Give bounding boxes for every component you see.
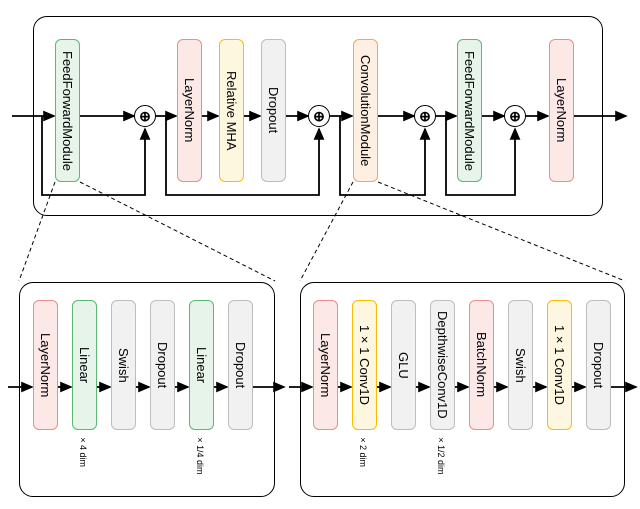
- block-label: Dropout: [591, 342, 606, 388]
- ff-layernorm: LayerNorm: [33, 300, 58, 430]
- cv-conv1d-1: 1×1 Conv1D: [352, 300, 377, 430]
- block-dropout-1: Dropout: [261, 39, 286, 182]
- block-label: FeedForwardModule: [462, 51, 477, 171]
- add-node-1: ⊕: [134, 105, 156, 127]
- block-layernorm-2: LayerNorm: [549, 39, 574, 182]
- block-label: LayerNorm: [38, 333, 53, 397]
- block-label: Swish: [513, 348, 528, 383]
- block-label: ConvolutionModule: [358, 55, 373, 166]
- ff-note-1: ×4 dim: [78, 435, 88, 469]
- ff-linear-2: Linear: [189, 300, 214, 430]
- cv-batchnorm: BatchNorm: [469, 300, 494, 430]
- block-label: Relative MHA: [224, 71, 239, 150]
- ff-dropout-2: Dropout: [228, 300, 253, 430]
- cv-note-1: ×2 dim: [358, 435, 368, 469]
- ff-dropout-1: Dropout: [150, 300, 175, 430]
- block-label: BatchNorm: [474, 332, 489, 397]
- block-label: Linear: [77, 347, 92, 383]
- cv-swish: Swish: [508, 300, 533, 430]
- ff-note-2: ×1/4 dim: [195, 435, 205, 477]
- block-label: LayerNorm: [318, 333, 333, 397]
- block-layernorm-1: LayerNorm: [177, 39, 202, 182]
- convolution-panel: [300, 282, 625, 497]
- cv-layernorm: LayerNorm: [313, 300, 338, 430]
- add-node-2: ⊕: [308, 105, 330, 127]
- cv-note-2: ×1/2 dim: [436, 435, 446, 477]
- block-label: Linear: [194, 347, 209, 383]
- block-label: GLU: [396, 352, 411, 379]
- block-feedforward-1: FeedForwardModule: [55, 39, 80, 182]
- block-convolution: ConvolutionModule: [353, 39, 378, 182]
- block-label: Swish: [116, 348, 131, 383]
- cv-depthwise: DepthwiseConv1D: [430, 300, 455, 430]
- block-feedforward-2: FeedForwardModule: [457, 39, 482, 182]
- block-relative-mha: Relative MHA: [219, 39, 244, 182]
- block-label: Dropout: [266, 87, 281, 133]
- block-label: 1×1 Conv1D: [357, 325, 372, 405]
- block-label: 1×1 Conv1D: [552, 325, 567, 405]
- block-label: Dropout: [155, 342, 170, 388]
- add-node-3: ⊕: [414, 105, 436, 127]
- block-label: Dropout: [233, 342, 248, 388]
- block-label: FeedForwardModule: [60, 51, 75, 171]
- block-label: LayerNorm: [182, 78, 197, 142]
- block-label: LayerNorm: [554, 78, 569, 142]
- add-node-4: ⊕: [504, 105, 526, 127]
- cv-glu: GLU: [391, 300, 416, 430]
- ff-swish: Swish: [111, 300, 136, 430]
- cv-conv1d-2: 1×1 Conv1D: [547, 300, 572, 430]
- cv-dropout: Dropout: [586, 300, 611, 430]
- ff-linear-1: Linear: [72, 300, 97, 430]
- block-label: DepthwiseConv1D: [435, 311, 450, 419]
